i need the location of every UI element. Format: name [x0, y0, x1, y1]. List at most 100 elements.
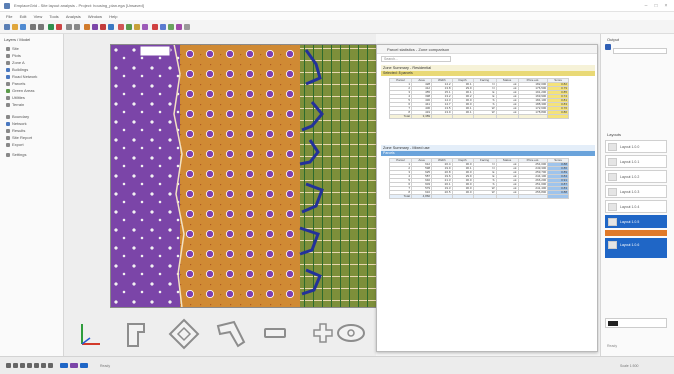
tree-icon — [6, 81, 10, 86]
undo-icon[interactable] — [30, 24, 36, 30]
draw-parcel-icon[interactable] — [92, 24, 98, 30]
statistics-window-titlebar[interactable]: Parcel statistics - Zone comparison — [377, 45, 597, 54]
tree-icon — [6, 74, 10, 79]
capsule-shape-icon[interactable] — [336, 322, 366, 344]
tree-item[interactable]: Buildings — [6, 67, 28, 72]
status-icon[interactable] — [41, 363, 46, 368]
layout-list-item[interactable]: Layout 1.0.0 — [605, 140, 667, 153]
menu-analysis[interactable]: Analysis — [66, 14, 81, 19]
menu-tools[interactable]: Tools — [49, 14, 58, 19]
run-icon[interactable] — [108, 24, 114, 30]
layout-list-item-selected[interactable]: Layout 1.0.5 — [605, 215, 667, 228]
layout-list-item[interactable]: Layout 1.0.3 — [605, 185, 667, 198]
table-total-row: Total 3,389 — [388, 114, 569, 119]
minimize-icon[interactable]: – — [642, 3, 650, 9]
tree-item[interactable]: Results — [6, 128, 25, 133]
delete-icon[interactable] — [56, 24, 62, 30]
menu-file[interactable]: File — [6, 14, 12, 19]
layout-list-item[interactable]: Layout 1.0.6 — [605, 238, 667, 258]
search-input[interactable]: Search... — [381, 56, 451, 62]
window-title: EmplaceGrid - Site layout analysis - Pro… — [14, 3, 144, 8]
menu-bar: File Edit View Tools Analysis Window Hel… — [0, 12, 674, 20]
section-bar[interactable]: Selected: 8 parcels — [381, 71, 595, 76]
zoom-out-icon[interactable] — [74, 24, 80, 30]
tree-item[interactable]: Utilities — [6, 95, 25, 100]
tree-item[interactable]: Road Network — [6, 74, 37, 79]
tree-item[interactable]: Export — [6, 142, 24, 147]
tree-item[interactable]: Green Areas — [6, 88, 34, 93]
draw-road-icon[interactable] — [84, 24, 90, 30]
status-icon[interactable] — [48, 363, 53, 368]
left-panel-title: Layers / Model — [4, 37, 31, 42]
status-icon[interactable] — [34, 363, 39, 368]
tree-icon — [6, 102, 10, 107]
layout-thumbnail — [608, 173, 617, 181]
axis-gizmo-icon — [81, 324, 100, 345]
layout-thumbnail — [608, 241, 617, 249]
statistics-window[interactable]: Parcel statistics - Zone comparison Sear… — [376, 44, 598, 352]
status-icon[interactable] — [13, 363, 18, 368]
menu-window[interactable]: Window — [88, 14, 102, 19]
open-folder-icon[interactable] — [12, 24, 18, 30]
tree-icon — [6, 60, 10, 65]
tree-item[interactable]: Parcels — [6, 81, 25, 86]
analyze-icon[interactable] — [100, 24, 106, 30]
tree-item[interactable]: Zone A — [6, 60, 25, 65]
menu-edit[interactable]: Edit — [20, 14, 27, 19]
menu-view[interactable]: View — [34, 14, 43, 19]
diamond-shape-icon[interactable] — [168, 318, 200, 350]
menu-help[interactable]: Help — [109, 14, 117, 19]
help-icon[interactable] — [184, 24, 190, 30]
close-icon[interactable]: × — [662, 3, 670, 9]
layout-list-item[interactable]: Layout 1.0.2 — [605, 170, 667, 183]
cross-shape-icon[interactable] — [312, 322, 334, 344]
layout-thumbnail — [608, 158, 617, 166]
view-mode-icon[interactable] — [60, 363, 68, 368]
left-panel: Layers / Model Site Plots Zone A Buildin… — [0, 34, 64, 356]
rect-shape-icon[interactable] — [262, 326, 288, 340]
tree-item[interactable]: Boundary — [6, 114, 29, 119]
section-residential: Zone Summary - Residential Selected: 8 p… — [381, 65, 595, 119]
tree-item[interactable]: Site — [6, 46, 19, 51]
layout-thumbnail — [608, 203, 617, 211]
status-icon[interactable] — [27, 363, 32, 368]
status-icon[interactable] — [6, 363, 11, 368]
section-bar[interactable]: Parcels — [381, 151, 595, 156]
tree-item[interactable]: Site Report — [6, 135, 32, 140]
new-file-icon[interactable] — [4, 24, 10, 30]
layout-list-item[interactable]: Layout 1.0.1 — [605, 155, 667, 168]
tree-item[interactable]: Settings — [6, 152, 26, 157]
save-icon[interactable] — [20, 24, 26, 30]
stats-icon[interactable] — [168, 24, 174, 30]
export-icon[interactable] — [152, 24, 158, 30]
angle-shape-icon[interactable] — [214, 318, 248, 350]
layer-purple-icon[interactable] — [142, 24, 148, 30]
view-mode-icon[interactable] — [70, 363, 78, 368]
site-map-border — [110, 44, 378, 308]
l-shape-icon[interactable] — [124, 320, 154, 350]
tree-item[interactable]: Terrain — [6, 102, 24, 107]
zoom-in-icon[interactable] — [66, 24, 72, 30]
report-icon[interactable] — [160, 24, 166, 30]
layer-green-icon[interactable] — [126, 24, 132, 30]
tree-icon — [6, 46, 10, 51]
output-icon[interactable] — [605, 44, 611, 50]
status-icon[interactable] — [20, 363, 25, 368]
output-select[interactable] — [613, 48, 667, 54]
scale-text: Scale 1:500 — [620, 364, 639, 368]
redo-icon[interactable] — [38, 24, 44, 30]
select-tool-icon[interactable] — [48, 24, 54, 30]
layout-thumbnail — [608, 188, 617, 196]
maximize-icon[interactable]: □ — [652, 3, 660, 9]
tree-item[interactable]: Plots — [6, 53, 21, 58]
right-panel-footer: Ready — [607, 344, 618, 348]
settings-icon[interactable] — [176, 24, 182, 30]
layout-list-item[interactable]: Layout 1.0.4 — [605, 200, 667, 213]
right-panel-title: Output — [607, 37, 620, 42]
tree-icon — [6, 142, 10, 147]
view-mode-icon[interactable] — [80, 363, 88, 368]
residential-table: Parcel Area Width Depth Facing Status Pr… — [388, 78, 569, 119]
tree-item[interactable]: Network — [6, 121, 27, 126]
layer-yellow-icon[interactable] — [134, 24, 140, 30]
layer-red-icon[interactable] — [118, 24, 124, 30]
